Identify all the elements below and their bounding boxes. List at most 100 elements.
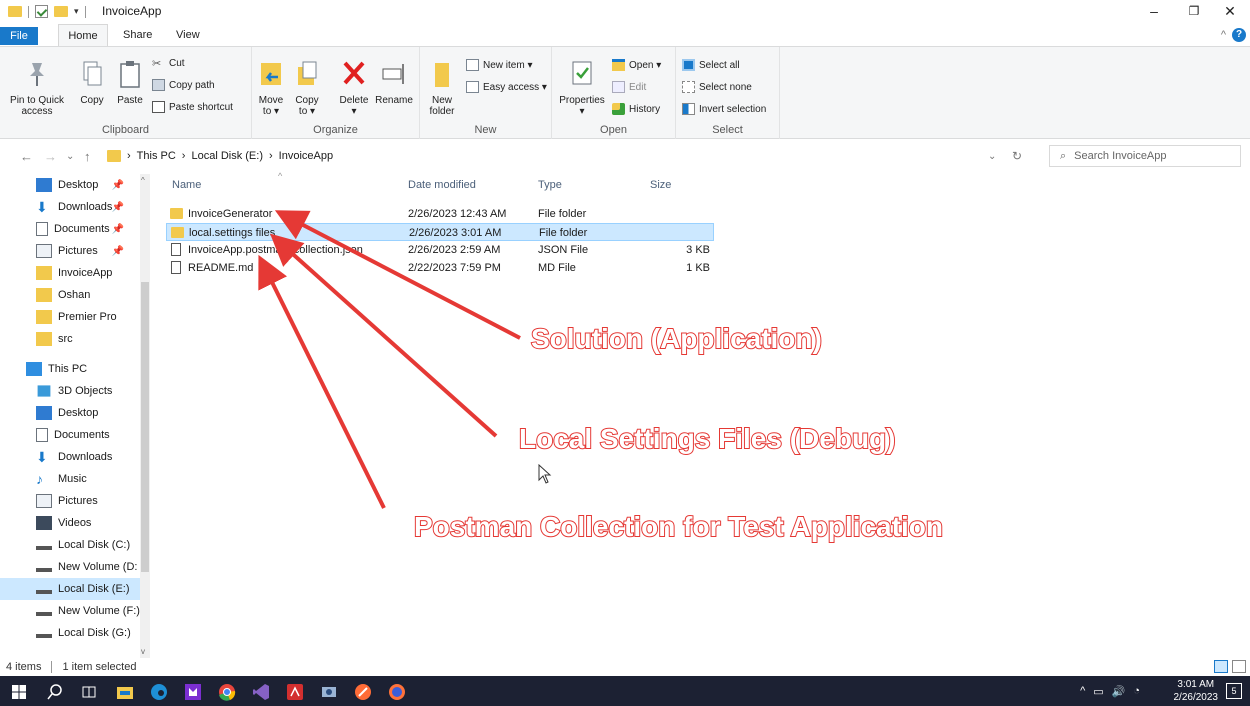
new-folder-button[interactable]: New folder — [424, 59, 460, 117]
history-button[interactable]: History — [612, 103, 660, 115]
pin-quick-access-button[interactable]: Pin to Quick access — [2, 59, 72, 117]
visual-studio-icon[interactable] — [252, 683, 270, 701]
sidebar-item-disk-g[interactable]: Local Disk (G:) — [0, 622, 140, 644]
search-input[interactable]: ⌕ Search InvoiceApp — [1049, 145, 1241, 167]
easy-access-button[interactable]: Easy access ▾ — [466, 81, 547, 93]
sidebar-scrollbar[interactable]: ^ v — [140, 174, 150, 658]
scissors-icon: ✂ — [152, 58, 162, 70]
tab-file[interactable]: File — [0, 27, 38, 45]
minimize-button[interactable]: – — [1134, 0, 1174, 22]
breadcrumb-this-pc[interactable]: This PC — [137, 150, 176, 162]
sidebar-item-this-pc[interactable]: This PC — [0, 358, 140, 380]
table-row[interactable]: InvoiceGenerator 2/26/2023 12:43 AM File… — [166, 205, 714, 223]
cut-button[interactable]: ✂ Cut — [152, 57, 185, 71]
tab-home[interactable]: Home — [58, 24, 108, 47]
sidebar-item-disk-f[interactable]: New Volume (F:) — [0, 600, 140, 622]
browser-app-icon[interactable] — [388, 683, 406, 701]
sidebar-item-src[interactable]: src — [0, 328, 140, 350]
snipping-tool-icon[interactable] — [320, 683, 338, 701]
column-header-date[interactable]: Date modified — [408, 179, 476, 191]
paste-button[interactable]: Paste — [114, 59, 146, 106]
edit-button[interactable]: Edit — [612, 81, 646, 93]
details-view-icon[interactable] — [1214, 660, 1228, 673]
rename-button[interactable]: Rename — [372, 59, 416, 106]
sidebar-item-downloads[interactable]: ⬇ Downloads 📌 — [0, 196, 140, 218]
chrome-browser-icon[interactable] — [218, 683, 236, 701]
select-all-button[interactable]: Select all — [682, 59, 740, 71]
properties-button[interactable]: Properties ▾ — [556, 59, 608, 117]
properties-check-icon[interactable] — [35, 5, 48, 18]
customize-toolbar-icon[interactable]: ▾ — [74, 6, 79, 17]
copy-to-button[interactable]: Copy to ▾ — [290, 59, 324, 117]
delete-button[interactable]: Delete ▾ — [336, 59, 372, 117]
recent-locations-icon[interactable]: ⌄ — [66, 151, 74, 162]
sidebar-item-oshan[interactable]: Oshan — [0, 284, 140, 306]
sidebar-item-disk-e[interactable]: Local Disk (E:) — [0, 578, 140, 600]
sidebar-item-disk-d[interactable]: New Volume (D: — [0, 556, 140, 578]
open-button[interactable]: Open ▾ — [612, 59, 661, 71]
sidebar-item-desktop-pc[interactable]: Desktop — [0, 402, 140, 424]
sidebar-item-premier-pro[interactable]: Premier Pro — [0, 306, 140, 328]
scrollbar-thumb[interactable] — [141, 282, 149, 572]
column-header-size[interactable]: Size — [650, 179, 671, 191]
invert-selection-button[interactable]: Invert selection — [682, 103, 766, 115]
sidebar-item-invoiceapp[interactable]: InvoiceApp — [0, 262, 140, 284]
clock[interactable]: 3:01 AM 2/26/2023 — [1174, 678, 1219, 704]
copy-button[interactable]: Copy — [76, 59, 108, 106]
breadcrumb-disk[interactable]: Local Disk (E:) — [191, 150, 263, 162]
tab-view[interactable]: View — [176, 29, 200, 41]
sidebar-item-pictures-pc[interactable]: Pictures — [0, 490, 140, 512]
sidebar-item-documents-pc[interactable]: Documents — [0, 424, 140, 446]
sidebar-item-documents[interactable]: Documents 📌 — [0, 218, 140, 240]
sidebar-item-disk-c[interactable]: Local Disk (C:) — [0, 534, 140, 556]
close-button[interactable]: ✕ — [1210, 0, 1250, 22]
table-row[interactable]: README.md 2/22/2023 7:59 PM MD File 1 KB — [166, 259, 714, 277]
sidebar-item-music[interactable]: ♪ Music — [0, 468, 140, 490]
table-row[interactable]: local.settings files 2/26/2023 3:01 AM F… — [166, 223, 714, 241]
search-icon[interactable] — [46, 683, 64, 701]
sidebar-item-videos[interactable]: Videos — [0, 512, 140, 534]
copy-path-button[interactable]: Copy path — [152, 79, 215, 91]
select-all-icon — [682, 59, 695, 71]
select-none-button[interactable]: Select none — [682, 81, 752, 93]
new-folder-icon[interactable] — [54, 6, 68, 17]
up-arrow-icon[interactable]: ↑ — [84, 149, 91, 164]
restore-button[interactable]: ❐ — [1174, 0, 1214, 22]
collapse-ribbon-icon[interactable]: ^ — [1221, 29, 1226, 41]
postman-icon[interactable] — [354, 683, 372, 701]
scroll-up-icon[interactable]: ^ — [141, 176, 145, 185]
task-view-icon[interactable] — [80, 683, 98, 701]
paste-shortcut-button[interactable]: Paste shortcut — [152, 101, 233, 113]
scroll-down-icon[interactable]: v — [141, 647, 145, 656]
column-header-name[interactable]: Name — [172, 179, 201, 191]
move-to-button[interactable]: Move to ▾ — [254, 59, 288, 117]
address-dropdown-icon[interactable]: ⌄ — [988, 151, 996, 162]
sidebar-item-downloads-pc[interactable]: ⬇ Downloads — [0, 446, 140, 468]
column-header-type[interactable]: Type — [538, 179, 562, 191]
media-app-icon[interactable] — [184, 683, 202, 701]
volume-icon[interactable]: 🔊 — [1112, 685, 1126, 698]
file-explorer-taskbar-icon[interactable] — [116, 683, 134, 701]
help-icon[interactable]: ? — [1232, 28, 1246, 42]
refresh-icon[interactable]: ↻ — [1012, 149, 1022, 163]
sidebar-item-3d-objects[interactable]: 3D Objects — [0, 380, 140, 402]
edge-browser-icon[interactable] — [150, 683, 168, 701]
acrobat-icon[interactable] — [286, 683, 304, 701]
table-row[interactable]: InvoiceApp.postman_collection.json 2/26/… — [166, 241, 714, 259]
wifi-icon[interactable]: ◔ — [1133, 685, 1140, 698]
back-arrow-icon[interactable]: ← — [20, 149, 33, 164]
forward-arrow-icon[interactable]: → — [44, 149, 57, 164]
sidebar-item-pictures[interactable]: Pictures 📌 — [0, 240, 140, 262]
ribbon-tabs: File Home Share View — [0, 22, 1250, 47]
windows-start-icon[interactable] — [10, 683, 28, 701]
breadcrumb-folder[interactable]: InvoiceApp — [279, 150, 333, 162]
sidebar-item-desktop[interactable]: Desktop 📌 — [0, 174, 140, 196]
new-item-button[interactable]: New item ▾ — [466, 59, 532, 71]
notification-icon[interactable]: 5 — [1226, 683, 1242, 699]
tab-share[interactable]: Share — [123, 29, 152, 41]
network-icon[interactable]: ▭ — [1093, 685, 1103, 698]
chevron-up-icon[interactable]: ^ — [1080, 685, 1085, 698]
large-icons-view-icon[interactable] — [1232, 660, 1246, 673]
drive-icon — [36, 584, 52, 594]
breadcrumb[interactable]: › This PC › Local Disk (E:) › InvoiceApp — [102, 145, 1042, 167]
